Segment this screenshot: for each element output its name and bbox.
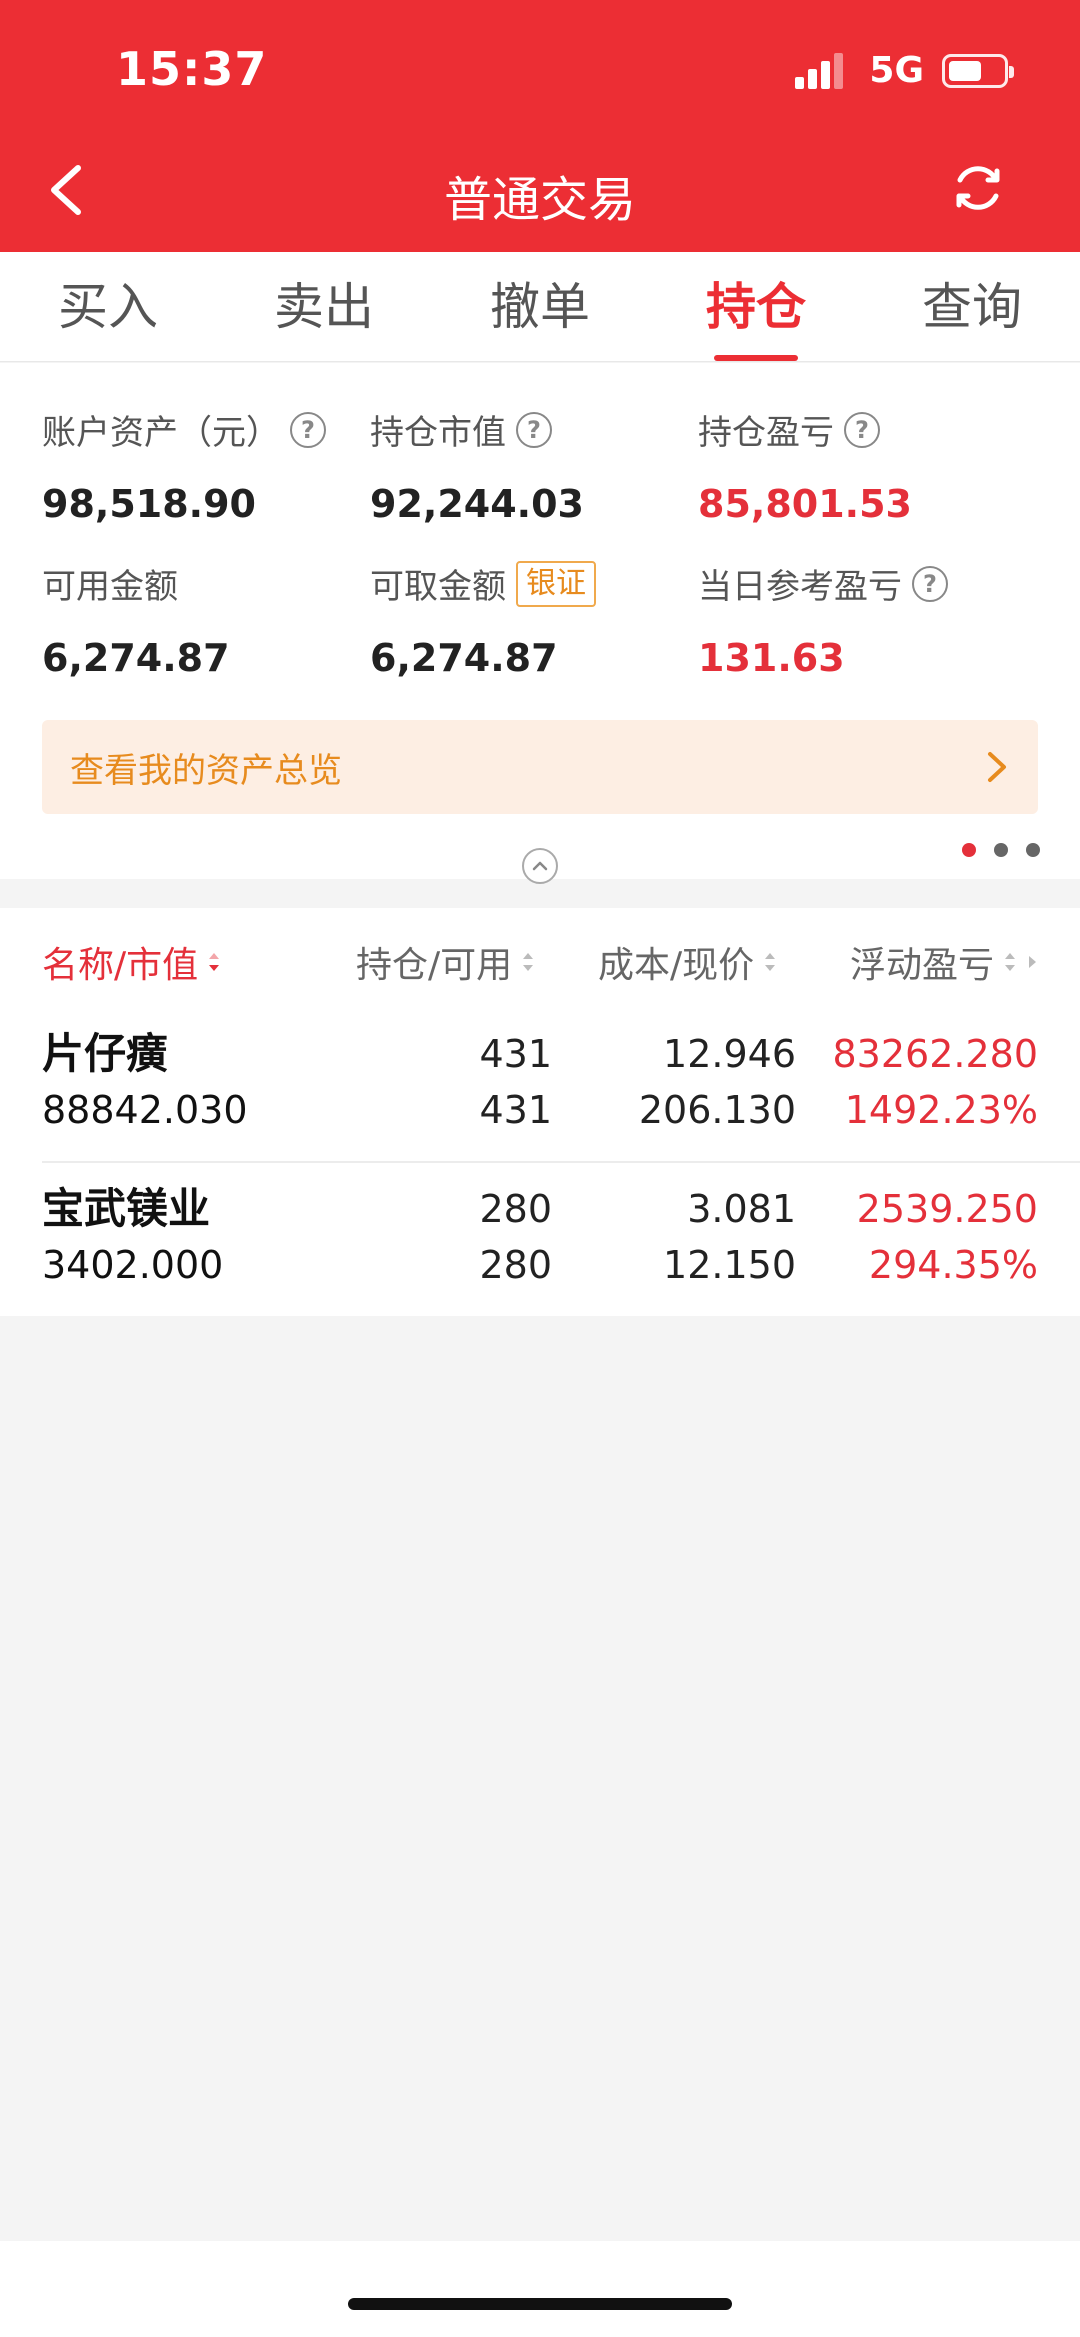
metric-label: 账户资产（元） <box>42 413 280 453</box>
position-qty: 431 <box>479 1032 552 1076</box>
metric-label: 当日参考盈亏 <box>698 567 902 607</box>
tab-sell[interactable]: 卖出 <box>216 252 432 361</box>
sort-cost-price[interactable]: 成本/现价 <box>598 936 778 988</box>
collapse-up-icon[interactable] <box>522 848 558 884</box>
floating-pl-pct: 1492.23% <box>844 1088 1038 1132</box>
page-dot <box>994 843 1008 857</box>
positions-table: 名称/市值 持仓/可用 成本/现价 浮动盈亏 片仔癀 88842.030 431… <box>0 908 1080 1318</box>
current-price: 12.150 <box>663 1243 796 1287</box>
battery-level <box>949 60 981 81</box>
available-qty: 280 <box>479 1243 552 1287</box>
metric-label: 可取金额 <box>370 567 506 607</box>
available-value: 6,274.87 <box>42 636 230 680</box>
current-price: 206.130 <box>638 1088 796 1132</box>
table-row[interactable]: 片仔癀 88842.030 431 431 12.946 206.130 832… <box>42 1008 1080 1163</box>
app-root: 15:37 5G 普通交易 买入 卖出 撤单 持仓 查询 账户资产（元） ? 9… <box>0 0 1080 2337</box>
asset-overview-label: 查看我的资产总览 <box>70 750 342 791</box>
bank-transfer-badge[interactable]: 银证 <box>516 560 596 607</box>
cell-position: 431 431 <box>356 1026 552 1138</box>
sort-icon <box>523 953 534 971</box>
signal-icon <box>795 52 844 89</box>
metric-label: 可用金额 <box>42 567 178 607</box>
cell-name: 片仔癀 88842.030 <box>42 1026 248 1138</box>
account-assets-value: 98,518.90 <box>42 482 256 526</box>
tab-query[interactable]: 查询 <box>864 252 1080 361</box>
cell-floating-pl: 83262.280 1492.23% <box>798 1026 1039 1138</box>
page-dot-active <box>962 843 976 857</box>
status-indicators: 5G <box>795 50 1014 91</box>
metric-position-pl: 持仓盈亏 ? 85,801.53 <box>698 405 912 526</box>
metric-market-value: 持仓市值 ? 92,244.03 <box>370 405 584 526</box>
cost-price: 12.946 <box>663 1032 796 1076</box>
cell-position: 280 280 <box>356 1181 552 1293</box>
help-icon[interactable]: ? <box>844 411 880 448</box>
table-header: 名称/市值 持仓/可用 成本/现价 浮动盈亏 <box>0 908 1080 1008</box>
metric-label: 持仓市值 <box>370 413 506 453</box>
help-icon[interactable]: ? <box>912 565 948 602</box>
cost-price: 3.081 <box>687 1187 796 1231</box>
stock-market-value: 3402.000 <box>42 1243 224 1287</box>
column-header: 浮动盈亏 <box>850 945 995 986</box>
scroll-right-icon[interactable] <box>1026 952 1038 972</box>
sort-position[interactable]: 持仓/可用 <box>356 936 536 988</box>
help-icon[interactable]: ? <box>516 411 552 448</box>
home-indicator[interactable] <box>348 2298 732 2310</box>
page-indicator <box>962 843 1040 857</box>
help-icon[interactable]: ? <box>290 411 326 448</box>
market-value-value: 92,244.03 <box>370 482 584 526</box>
refresh-icon[interactable] <box>948 158 1008 218</box>
floating-pl: 2539.250 <box>856 1187 1038 1231</box>
metric-label: 持仓盈亏 <box>698 413 834 453</box>
metric-daily-pl: 当日参考盈亏 ? 131.63 <box>698 559 948 680</box>
column-header: 成本/现价 <box>598 945 755 986</box>
cell-cost-price: 12.946 206.130 <box>556 1026 796 1138</box>
status-time: 15:37 <box>116 42 268 96</box>
tab-buy[interactable]: 买入 <box>0 252 216 361</box>
sort-name-value[interactable]: 名称/市值 <box>42 936 222 988</box>
sort-icon <box>765 953 776 971</box>
daily-pl-value: 131.63 <box>698 636 845 680</box>
trade-tabs: 买入 卖出 撤单 持仓 查询 <box>0 252 1080 362</box>
available-qty: 431 <box>479 1088 552 1132</box>
table-row[interactable]: 宝武镁业 3402.000 280 280 3.081 12.150 2539.… <box>42 1163 1080 1318</box>
sort-icon <box>1005 953 1016 971</box>
battery-icon <box>942 53 1014 88</box>
chevron-right-icon <box>988 752 1006 782</box>
stock-name: 片仔癀 <box>42 1029 169 1078</box>
column-header: 持仓/可用 <box>356 945 513 986</box>
floating-pl: 83262.280 <box>832 1032 1039 1076</box>
column-header: 名称/市值 <box>42 945 199 986</box>
empty-list-area <box>0 1316 1080 2241</box>
metric-withdrawable: 可取金额 银证 6,274.87 <box>370 559 596 680</box>
asset-summary: 账户资产（元） ? 98,518.90 持仓市值 ? 92,244.03 持仓盈… <box>0 363 1080 884</box>
cell-cost-price: 3.081 12.150 <box>556 1181 796 1293</box>
stock-name: 宝武镁业 <box>42 1184 211 1233</box>
sort-floating-pl[interactable]: 浮动盈亏 <box>850 936 1038 988</box>
metric-available: 可用金额 6,274.87 <box>42 559 230 680</box>
tab-positions[interactable]: 持仓 <box>648 252 864 361</box>
network-type: 5G <box>869 50 924 91</box>
bottom-safe-area <box>0 2241 1080 2337</box>
cell-floating-pl: 2539.250 294.35% <box>798 1181 1038 1293</box>
page-dot <box>1026 843 1040 857</box>
tab-cancel-order[interactable]: 撤单 <box>432 252 648 361</box>
stock-market-value: 88842.030 <box>42 1088 248 1132</box>
asset-overview-link[interactable]: 查看我的资产总览 <box>42 720 1038 814</box>
sort-icon <box>209 953 220 971</box>
floating-pl-pct: 294.35% <box>868 1243 1038 1287</box>
app-header: 15:37 5G 普通交易 <box>0 0 1080 252</box>
position-pl-value: 85,801.53 <box>698 482 912 526</box>
withdrawable-value: 6,274.87 <box>370 636 558 680</box>
page-title: 普通交易 <box>443 172 636 228</box>
cell-name: 宝武镁业 3402.000 <box>42 1181 223 1293</box>
metric-account-assets: 账户资产（元） ? 98,518.90 <box>42 405 326 526</box>
position-qty: 280 <box>479 1187 552 1231</box>
